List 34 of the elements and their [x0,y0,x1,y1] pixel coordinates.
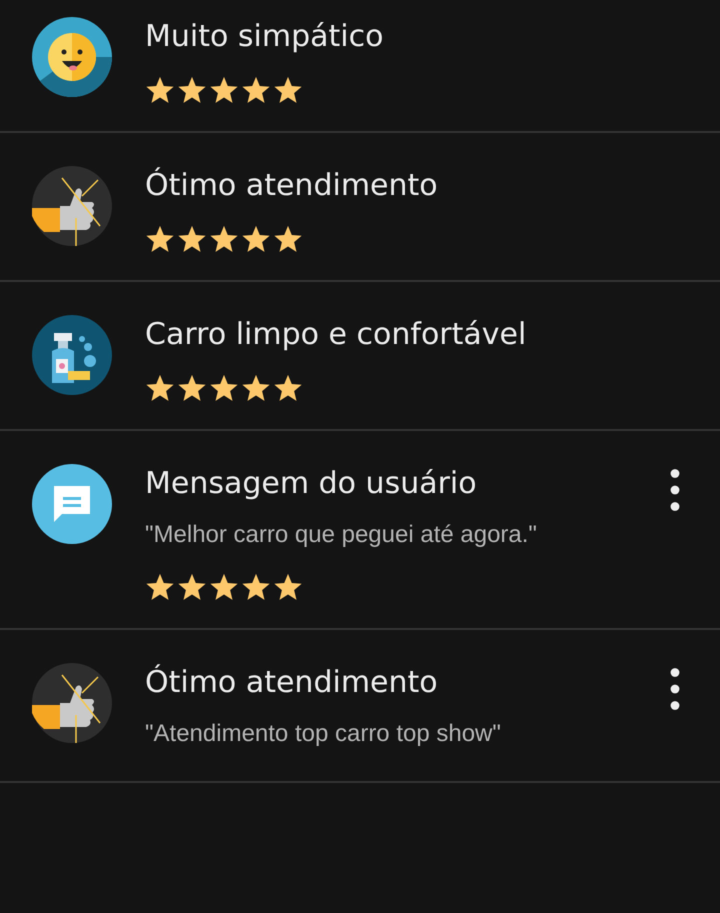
star-icon [209,373,239,403]
star-icon [177,224,207,254]
review-title: Ótimo atendimento [145,166,439,205]
review-comment: "Atendimento top carro top show" [145,719,502,749]
star-icon [177,373,207,403]
star-icon [273,373,303,403]
star-icon [145,373,175,403]
star-icon [241,572,271,602]
star-icon [209,572,239,602]
star-icon [177,75,207,105]
star-icon [209,224,239,254]
star-icon [145,572,175,602]
thumbs-up-icon [32,663,112,743]
more-options-icon[interactable] [669,667,681,711]
review-title: Mensagem do usuário [145,465,478,503]
star-icon [177,572,207,602]
review-title: Ótimo atendimento [145,663,439,702]
star-icon [241,373,271,403]
chat-bubble-icon [32,464,112,544]
review-comment: "Melhor carro que peguei até agora." [145,520,538,550]
star-icon [273,572,303,602]
review-title: Carro limpo e confortável [145,316,528,354]
star-icon [241,224,271,254]
smiley-face-icon [32,17,112,97]
more-options-icon[interactable] [669,468,681,512]
star-icon [273,75,303,105]
star-icon [209,75,239,105]
star-icon [145,75,175,105]
star-icon [241,75,271,105]
review-title: Muito simpático [145,18,384,56]
star-icon [273,224,303,254]
spray-bottle-icon [32,315,112,395]
thumbs-up-icon [32,166,112,246]
star-icon [145,224,175,254]
